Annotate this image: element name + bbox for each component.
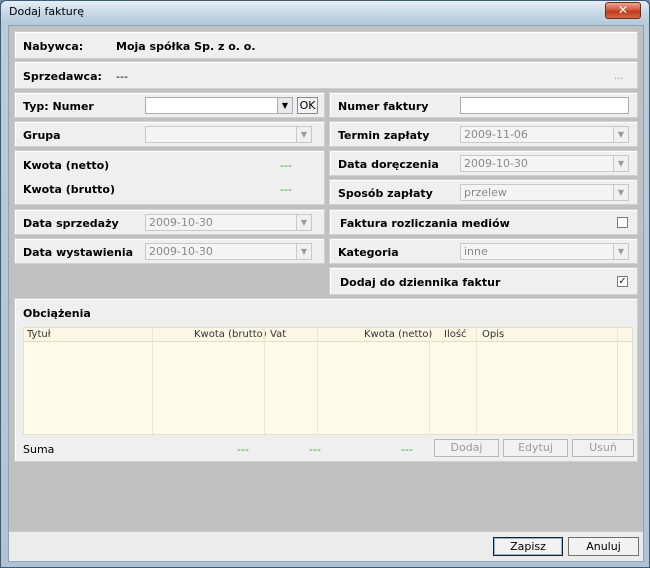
- footer-bar: Zapisz Anuluj: [9, 531, 643, 561]
- title-bar[interactable]: Dodaj fakturę ✕: [1, 1, 649, 25]
- type-ok-button[interactable]: OK: [297, 97, 318, 114]
- chevron-down-icon[interactable]: ▼: [296, 244, 311, 259]
- due-date-value: 2009-11-06: [464, 128, 528, 141]
- payment-method-panel: Sposób zapłaty przelew ▼: [329, 179, 638, 205]
- buyer-value: Moja spółka Sp. z o. o.: [116, 40, 256, 53]
- chevron-down-icon[interactable]: ▼: [613, 185, 628, 200]
- seller-panel: Sprzedawca: --- ...: [14, 61, 638, 89]
- media-invoice-checkbox[interactable]: [617, 217, 628, 228]
- column-divider: [429, 328, 430, 436]
- delivery-date-picker[interactable]: 2009-10-30 ▼: [460, 155, 629, 172]
- chevron-down-icon[interactable]: ▼: [613, 244, 628, 259]
- issue-date-label: Data wystawienia: [23, 246, 134, 259]
- sum-label: Suma: [23, 443, 55, 456]
- column-net[interactable]: Kwota (netto): [364, 329, 432, 340]
- payment-method-select[interactable]: przelew ▼: [460, 184, 629, 201]
- gross-amount-label: Kwota (brutto): [23, 183, 116, 196]
- amounts-panel: Kwota (netto) --- Kwota (brutto) ---: [14, 150, 325, 205]
- sum-gross-value: ---: [237, 443, 249, 456]
- net-amount-label: Kwota (netto): [23, 159, 110, 172]
- invoice-number-panel: Numer faktury: [329, 92, 638, 118]
- type-label: Typ: Numer: [23, 100, 94, 113]
- chevron-down-icon[interactable]: ▼: [296, 215, 311, 230]
- column-divider: [317, 328, 318, 436]
- issue-date-panel: Data wystawienia 2009-10-30 ▼: [14, 238, 325, 264]
- category-value: inne: [464, 245, 488, 258]
- save-button[interactable]: Zapisz: [493, 537, 563, 556]
- add-charge-button[interactable]: Dodaj: [434, 439, 499, 457]
- column-divider: [152, 328, 153, 436]
- net-amount-value: ---: [280, 159, 292, 172]
- due-date-picker[interactable]: 2009-11-06 ▼: [460, 126, 629, 143]
- sum-vat-value: ---: [309, 443, 321, 456]
- media-invoice-label: Faktura rozliczania mediów: [340, 217, 510, 230]
- invoice-number-label: Numer faktury: [338, 100, 429, 113]
- column-quantity[interactable]: Ilość: [444, 329, 467, 340]
- delivery-date-value: 2009-10-30: [464, 157, 528, 170]
- column-description[interactable]: Opis: [482, 329, 504, 340]
- gross-amount-value: ---: [280, 183, 292, 196]
- buyer-panel: Nabywca: Moja spółka Sp. z o. o.: [14, 31, 638, 59]
- charges-table-header: Tytuł Kwota (brutto) Vat Kwota (netto) I…: [24, 328, 632, 342]
- type-panel: Typ: Numer ▼ OK: [14, 92, 325, 118]
- buyer-label: Nabywca:: [23, 40, 84, 53]
- sale-date-panel: Data sprzedaży 2009-10-30 ▼: [14, 209, 325, 235]
- issue-date-picker[interactable]: 2009-10-30 ▼: [145, 243, 312, 260]
- delivery-date-label: Data doręczenia: [338, 158, 439, 171]
- seller-label: Sprzedawca:: [23, 70, 102, 83]
- due-date-label: Termin zapłaty: [338, 129, 430, 142]
- chevron-down-icon[interactable]: ▼: [296, 127, 311, 142]
- payment-method-value: przelew: [464, 186, 507, 199]
- delete-charge-button[interactable]: Usuń: [572, 439, 634, 457]
- category-panel: Kategoria inne ▼: [329, 238, 638, 264]
- dialog-window: Dodaj fakturę ✕ Nabywca: Moja spółka Sp.…: [0, 0, 650, 568]
- close-button[interactable]: ✕: [605, 2, 641, 19]
- sale-date-label: Data sprzedaży: [23, 217, 119, 230]
- journal-checkbox[interactable]: ✓: [617, 276, 628, 287]
- cancel-button[interactable]: Anuluj: [568, 537, 639, 556]
- category-select[interactable]: inne ▼: [460, 243, 629, 260]
- dialog-body: Nabywca: Moja spółka Sp. z o. o. Sprzeda…: [8, 25, 644, 562]
- close-icon: ✕: [617, 3, 629, 17]
- seller-more-button[interactable]: ...: [614, 71, 624, 82]
- due-date-panel: Termin zapłaty 2009-11-06 ▼: [329, 121, 638, 147]
- edit-charge-button[interactable]: Edytuj: [503, 439, 568, 457]
- chevron-down-icon[interactable]: ▼: [277, 98, 292, 113]
- column-vat[interactable]: Vat: [270, 329, 286, 340]
- chevron-down-icon[interactable]: ▼: [613, 127, 628, 142]
- column-gross[interactable]: Kwota (brutto): [194, 329, 267, 340]
- column-divider: [264, 328, 265, 436]
- invoice-number-input[interactable]: [460, 97, 629, 114]
- journal-label: Dodaj do dziennika faktur: [340, 276, 501, 289]
- column-title[interactable]: Tytuł: [27, 329, 51, 340]
- charges-table[interactable]: Tytuł Kwota (brutto) Vat Kwota (netto) I…: [23, 327, 633, 436]
- column-divider: [476, 328, 477, 436]
- group-label: Grupa: [23, 129, 61, 142]
- sum-net-value: ---: [401, 443, 413, 456]
- type-select[interactable]: ▼: [145, 97, 293, 114]
- category-label: Kategoria: [338, 246, 399, 259]
- group-select[interactable]: ▼: [145, 126, 312, 143]
- column-divider: [617, 328, 618, 436]
- chevron-down-icon[interactable]: ▼: [613, 156, 628, 171]
- seller-value: ---: [116, 70, 128, 83]
- payment-method-label: Sposób zapłaty: [338, 187, 433, 200]
- media-invoice-panel: Faktura rozliczania mediów: [329, 209, 638, 235]
- journal-panel: Dodaj do dziennika faktur ✓: [329, 267, 638, 295]
- group-panel: Grupa ▼: [14, 121, 325, 147]
- sale-date-value: 2009-10-30: [149, 216, 213, 229]
- issue-date-value: 2009-10-30: [149, 245, 213, 258]
- charges-title: Obciążenia: [23, 307, 91, 320]
- delivery-date-panel: Data doręczenia 2009-10-30 ▼: [329, 150, 638, 176]
- charges-panel: Obciążenia Tytuł Kwota (brutto) Vat Kwot…: [14, 298, 638, 462]
- sale-date-picker[interactable]: 2009-10-30 ▼: [145, 214, 312, 231]
- window-title: Dodaj fakturę: [9, 5, 85, 18]
